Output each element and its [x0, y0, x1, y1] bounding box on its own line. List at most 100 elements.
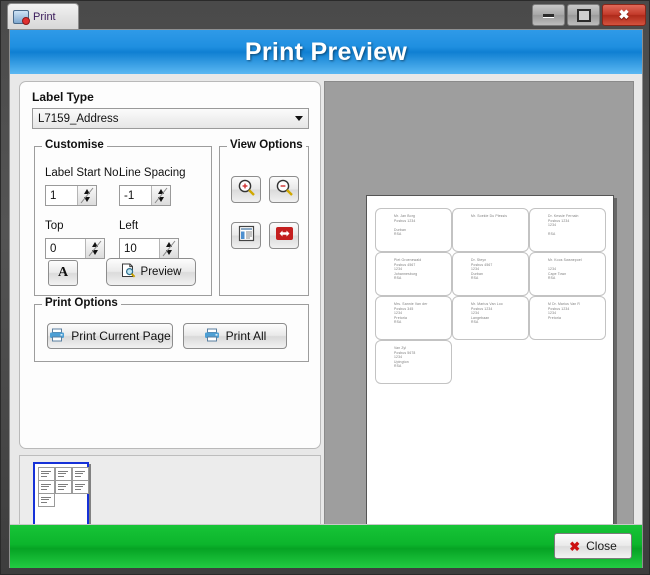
spinner-arrows-icon[interactable]: [151, 186, 170, 205]
thumb-text-line: [58, 471, 68, 472]
printer-icon: [204, 328, 220, 345]
address-label: Piet GroenewaldPosbus 45671234Johannesbu…: [375, 252, 452, 296]
print-current-page-button[interactable]: Print Current Page: [47, 323, 173, 349]
spinner-arrows-icon[interactable]: [159, 239, 178, 258]
left-label: Left: [119, 220, 138, 232]
minimize-icon: [543, 14, 554, 17]
window-tab[interactable]: Print: [7, 3, 79, 29]
line-spacing-label: Line Spacing: [119, 167, 186, 179]
address-line: [471, 232, 528, 237]
thumb-text-line: [75, 473, 83, 474]
view-options-caption: View Options: [227, 139, 306, 151]
page-title: Print Preview: [245, 38, 407, 67]
print-all-button[interactable]: Print All: [183, 323, 287, 349]
chevron-down-icon: [295, 116, 303, 121]
address-line: RSA: [394, 276, 451, 281]
preview-page: Mr. Jan BorgPosbus 1234DurbanRSAMr. Soek…: [366, 195, 614, 550]
maximize-button[interactable]: [567, 4, 600, 26]
thumb-cell: [38, 493, 55, 507]
zoom-out-icon: [275, 178, 294, 202]
fit-page-button[interactable]: [231, 222, 261, 249]
thumb-text-line: [41, 476, 47, 477]
address-line: RSA: [394, 232, 451, 237]
thumb-text-line: [75, 476, 81, 477]
fit-width-button[interactable]: [269, 222, 299, 249]
title-bar: Print ✖: [1, 1, 650, 29]
left-stepper[interactable]: 10: [119, 238, 179, 259]
top-value: 0: [46, 243, 85, 255]
controls-panel: Label Type L7159_Address Customise Label…: [19, 81, 321, 449]
close-icon: ✖: [619, 7, 630, 23]
customise-caption: Customise: [42, 139, 107, 151]
label-sheet: Mr. Jan BorgPosbus 1234DurbanRSAMr. Soek…: [375, 208, 607, 384]
print-options-caption: Print Options: [42, 297, 121, 309]
zoom-in-icon: [237, 178, 256, 202]
thumb-text-line: [58, 476, 64, 477]
preview-magnifier-icon: [121, 263, 136, 281]
spinner-arrows-icon[interactable]: [85, 239, 104, 258]
thumb-cell: [55, 480, 72, 494]
printer-icon: [49, 328, 65, 345]
address-line: RSA: [394, 364, 451, 369]
top-stepper[interactable]: 0: [45, 238, 105, 259]
print-preview-window: Print ✖ Print Preview Label Type L7159_A…: [0, 0, 650, 575]
address-label: Dr. SteynPosbus 45671234DurbanRSA: [452, 252, 529, 296]
window-controls: ✖: [532, 4, 646, 26]
address-label: Mr. Koos Swanepoel1234Cape TownRSA: [529, 252, 606, 296]
thumb-cell: [38, 467, 55, 481]
label-start-no-stepper[interactable]: 1: [45, 185, 97, 206]
close-button[interactable]: ✖ Close: [554, 533, 632, 559]
view-options-group: View Options: [219, 146, 309, 296]
thumb-text-line: [58, 486, 66, 487]
print-options-group: Print Options Print Current Page: [34, 304, 309, 362]
address-label: M Dr. Marius Van RPosbus 12341234Pretori…: [529, 296, 606, 340]
thumb-text-line: [58, 473, 66, 474]
label-row: Van ZylPosbus 56781234UpingtonRSA: [375, 340, 607, 384]
spinner-arrows-icon[interactable]: [77, 186, 96, 205]
label-row: Piet GroenewaldPosbus 45671234Johannesbu…: [375, 252, 607, 296]
print-all-label: Print All: [226, 329, 267, 343]
address-line: RSA: [548, 232, 605, 237]
thumb-text-line: [41, 473, 49, 474]
thumb-text-line: [41, 502, 47, 503]
fit-width-icon: [275, 225, 294, 247]
main-body: Label Type L7159_Address Customise Label…: [10, 74, 642, 524]
client-area: Print Preview Label Type L7159_Address C…: [9, 29, 643, 568]
thumb-text-line: [75, 486, 83, 487]
font-button[interactable]: A: [48, 260, 78, 286]
label-row: Mrs. Sannie Van derPosbus 3451234Pretori…: [375, 296, 607, 340]
thumb-text-line: [75, 489, 81, 490]
close-window-button[interactable]: ✖: [602, 4, 646, 26]
thumb-text-line: [75, 471, 85, 472]
address-label: Van ZylPosbus 56781234UpingtonRSA: [375, 340, 452, 384]
font-button-label: A: [58, 265, 68, 281]
window-title: Print: [33, 11, 56, 23]
thumb-text-line: [41, 484, 51, 485]
zoom-in-button[interactable]: [231, 176, 261, 203]
print-current-page-label: Print Current Page: [71, 329, 170, 343]
label-start-no-value: 1: [46, 190, 77, 202]
label-type-select[interactable]: L7159_Address: [32, 108, 309, 129]
close-button-label: Close: [586, 539, 617, 553]
fit-page-icon: [238, 225, 255, 247]
preview-pane[interactable]: Mr. Jan BorgPosbus 1234DurbanRSAMr. Soek…: [324, 81, 634, 562]
footer-bar: ✖ Close: [10, 524, 642, 568]
address-label: Dr. Kessie FernainPosbus 12341234RSA: [529, 208, 606, 252]
label-type-caption: Label Type: [32, 90, 94, 104]
thumb-text-line: [41, 486, 49, 487]
minimize-button[interactable]: [532, 4, 565, 26]
label-row: Mr. Jan BorgPosbus 1234DurbanRSAMr. Soek…: [375, 208, 607, 252]
address-line: RSA: [471, 276, 528, 281]
label-start-no-label: Label Start No.: [45, 167, 122, 179]
maximize-icon: [577, 9, 591, 22]
left-value: 10: [120, 243, 159, 255]
page-header: Print Preview: [10, 30, 642, 75]
line-spacing-stepper[interactable]: -1: [119, 185, 171, 206]
top-label: Top: [45, 220, 64, 232]
zoom-out-button[interactable]: [269, 176, 299, 203]
address-label: Mr. Soekie Du Plessis: [452, 208, 529, 252]
thumb-text-line: [58, 489, 64, 490]
thumb-cell: [55, 467, 72, 481]
preview-button[interactable]: Preview: [106, 258, 196, 286]
red-x-icon: ✖: [569, 540, 580, 553]
